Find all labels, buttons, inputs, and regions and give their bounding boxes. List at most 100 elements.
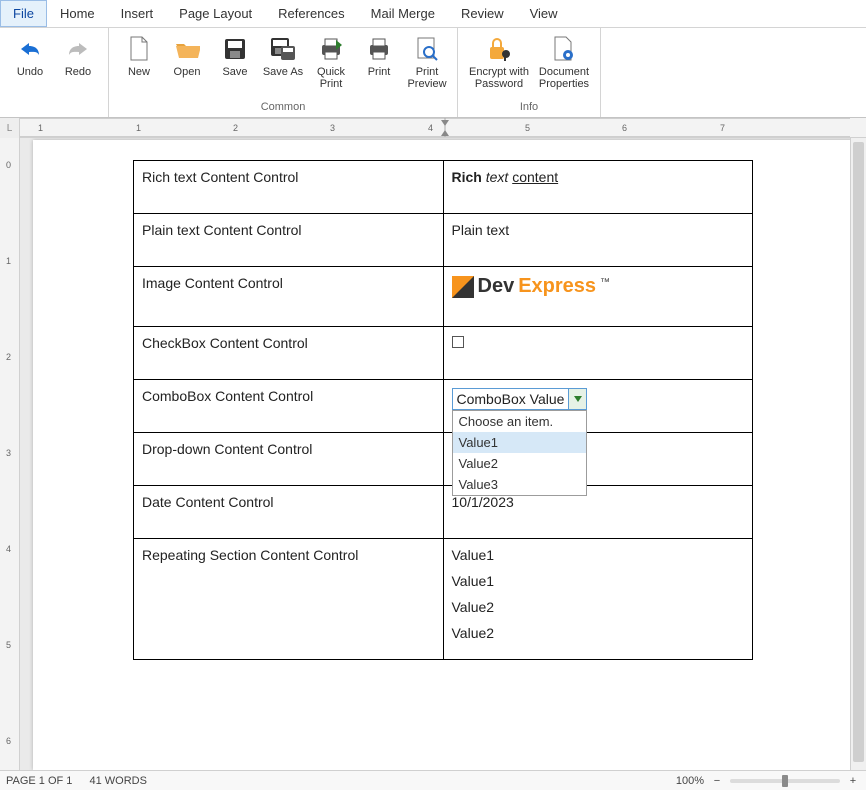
menu-mail-merge[interactable]: Mail Merge bbox=[358, 0, 448, 27]
combo-option[interactable]: Choose an item. bbox=[453, 411, 587, 432]
zoom-in-button[interactable]: + bbox=[846, 775, 860, 787]
table-row: Drop-down Content Control bbox=[134, 433, 753, 486]
history-group: Undo Redo bbox=[0, 28, 109, 117]
cell-label[interactable]: Plain text Content Control bbox=[134, 214, 444, 267]
document-viewport[interactable]: Rich text Content Control Rich text cont… bbox=[20, 138, 866, 770]
svg-text:2: 2 bbox=[6, 352, 11, 362]
svg-text:1: 1 bbox=[6, 256, 11, 266]
repeat-item[interactable]: Value1 bbox=[452, 573, 745, 589]
undo-icon bbox=[17, 34, 43, 64]
open-folder-icon bbox=[174, 34, 200, 64]
doc-properties-button[interactable]: Document Properties bbox=[534, 32, 594, 100]
menu-insert[interactable]: Insert bbox=[108, 0, 167, 27]
zoom-slider[interactable] bbox=[730, 779, 840, 783]
redo-icon bbox=[65, 34, 91, 64]
logo-mark-icon bbox=[452, 276, 474, 298]
table-row: Plain text Content Control Plain text bbox=[134, 214, 753, 267]
svg-text:1: 1 bbox=[38, 123, 43, 133]
checkbox-icon[interactable] bbox=[452, 336, 464, 348]
combobox-control[interactable]: ComboBox Value Choose an item. Value1 Va… bbox=[443, 380, 753, 433]
svg-text:5: 5 bbox=[525, 123, 530, 133]
svg-text:6: 6 bbox=[622, 123, 627, 133]
zoom-out-button[interactable]: − bbox=[710, 775, 724, 787]
print-icon bbox=[366, 34, 392, 64]
vertical-ruler[interactable]: 0123456 bbox=[0, 138, 20, 770]
dropdown-toggle[interactable] bbox=[568, 389, 586, 409]
svg-text:7: 7 bbox=[720, 123, 725, 133]
combobox-dropdown-list[interactable]: Choose an item. Value1 Value2 Value3 bbox=[452, 410, 588, 496]
cell-label[interactable]: Rich text Content Control bbox=[134, 161, 444, 214]
combo-option[interactable]: Value3 bbox=[453, 474, 587, 495]
svg-text:1: 1 bbox=[136, 123, 141, 133]
table-row: Rich text Content Control Rich text cont… bbox=[134, 161, 753, 214]
ribbon-toolbar: Undo Redo New Open bbox=[0, 28, 866, 118]
content-controls-table: Rich text Content Control Rich text cont… bbox=[133, 160, 753, 660]
scrollbar-thumb[interactable] bbox=[853, 142, 864, 762]
group-label-common: Common bbox=[115, 100, 451, 115]
print-button[interactable]: Print bbox=[355, 32, 403, 100]
table-row: CheckBox Content Control bbox=[134, 327, 753, 380]
checkbox-control[interactable] bbox=[443, 327, 753, 380]
svg-text:2: 2 bbox=[233, 123, 238, 133]
svg-text:5: 5 bbox=[6, 640, 11, 650]
table-row: Repeating Section Content Control Value1… bbox=[134, 539, 753, 660]
encrypt-button[interactable]: Encrypt with Password bbox=[464, 32, 534, 100]
open-button[interactable]: Open bbox=[163, 32, 211, 100]
repeat-item[interactable]: Value2 bbox=[452, 625, 745, 641]
print-preview-button[interactable]: Print Preview bbox=[403, 32, 451, 100]
cell-label[interactable]: Repeating Section Content Control bbox=[134, 539, 444, 660]
combo-option[interactable]: Value2 bbox=[453, 453, 587, 474]
workspace: 0123456 Rich text Content Control Rich t… bbox=[0, 138, 866, 770]
svg-text:3: 3 bbox=[330, 123, 335, 133]
repeat-item[interactable]: Value1 bbox=[452, 547, 745, 563]
h-ruler-track[interactable]: 1 1 2 3 4 5 6 7 bbox=[20, 118, 866, 137]
status-page[interactable]: PAGE 1 OF 1 bbox=[6, 775, 72, 787]
save-icon bbox=[223, 34, 247, 64]
document-page: Rich text Content Control Rich text cont… bbox=[33, 140, 853, 770]
menu-view[interactable]: View bbox=[517, 0, 571, 27]
menu-file[interactable]: File bbox=[0, 0, 47, 27]
lock-key-icon bbox=[486, 34, 512, 64]
repeating-section-control[interactable]: Value1 Value1 Value2 Value2 bbox=[443, 539, 753, 660]
info-group: Encrypt with Password Document Propertie… bbox=[458, 28, 601, 117]
print-preview-icon bbox=[415, 34, 439, 64]
menu-bar: File Home Insert Page Layout References … bbox=[0, 0, 866, 28]
chevron-down-icon bbox=[574, 396, 582, 402]
quick-print-icon bbox=[318, 34, 344, 64]
cell-label[interactable]: ComboBox Content Control bbox=[134, 380, 444, 433]
zoom-percent[interactable]: 100% bbox=[676, 775, 704, 787]
cell-label[interactable]: Image Content Control bbox=[134, 267, 444, 327]
table-row: ComboBox Content Control ComboBox Value … bbox=[134, 380, 753, 433]
save-button[interactable]: Save bbox=[211, 32, 259, 100]
quick-print-button[interactable]: Quick Print bbox=[307, 32, 355, 100]
save-as-button[interactable]: Save As bbox=[259, 32, 307, 100]
menu-page-layout[interactable]: Page Layout bbox=[166, 0, 265, 27]
table-row: Image Content Control DevExpress™ bbox=[134, 267, 753, 327]
devexpress-logo: DevExpress™ bbox=[452, 275, 745, 298]
new-button[interactable]: New bbox=[115, 32, 163, 100]
menu-review[interactable]: Review bbox=[448, 0, 517, 27]
menu-home[interactable]: Home bbox=[47, 0, 108, 27]
zoom-slider-thumb[interactable] bbox=[782, 775, 788, 787]
plain-text-control[interactable]: Plain text bbox=[443, 214, 753, 267]
svg-text:4: 4 bbox=[6, 544, 11, 554]
doc-gear-icon bbox=[552, 34, 576, 64]
new-doc-icon bbox=[128, 34, 150, 64]
table-row: Date Content Control 10/1/2023 bbox=[134, 486, 753, 539]
undo-button[interactable]: Undo bbox=[6, 32, 54, 100]
redo-button[interactable]: Redo bbox=[54, 32, 102, 100]
cell-label[interactable]: Drop-down Content Control bbox=[134, 433, 444, 486]
horizontal-ruler: L 1 1234567 bbox=[0, 118, 866, 138]
cell-label[interactable]: Date Content Control bbox=[134, 486, 444, 539]
svg-text:3: 3 bbox=[6, 448, 11, 458]
menu-references[interactable]: References bbox=[265, 0, 357, 27]
status-words[interactable]: 41 WORDS bbox=[90, 775, 147, 787]
repeat-item[interactable]: Value2 bbox=[452, 599, 745, 615]
combobox-field[interactable]: ComboBox Value bbox=[452, 388, 588, 410]
combo-option[interactable]: Value1 bbox=[453, 432, 587, 453]
save-as-icon bbox=[269, 34, 297, 64]
cell-label[interactable]: CheckBox Content Control bbox=[134, 327, 444, 380]
image-control[interactable]: DevExpress™ bbox=[443, 267, 753, 327]
svg-text:4: 4 bbox=[428, 123, 433, 133]
rich-text-control[interactable]: Rich text content bbox=[443, 161, 753, 214]
